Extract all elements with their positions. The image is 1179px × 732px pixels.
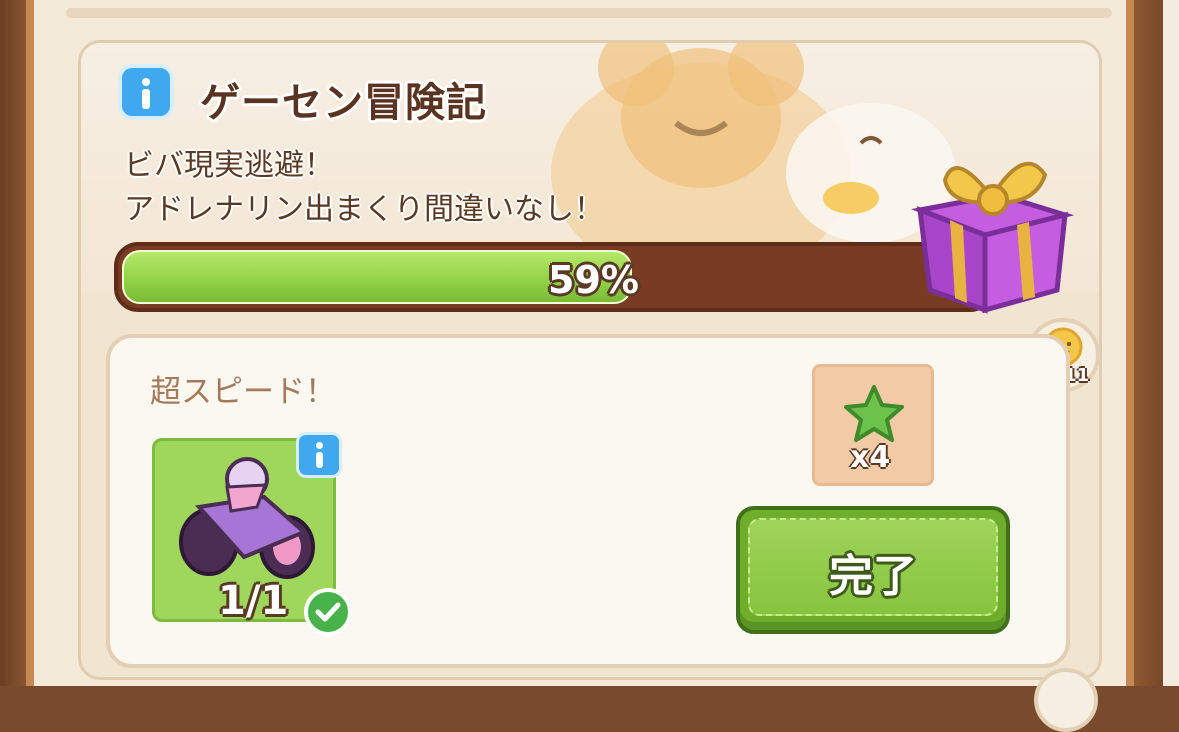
info-icon — [315, 442, 323, 449]
quest-reward-count: x4 — [850, 440, 891, 475]
complete-button[interactable]: 完了 — [736, 506, 1010, 634]
event-description-line2: アドレナリン出まくり間違いなし！ — [124, 192, 604, 227]
event-description-line1: ビバ現実逃避！ — [124, 148, 334, 183]
green-star-icon — [844, 385, 904, 442]
event-title: ゲーセン冒険記 — [200, 80, 487, 126]
info-icon — [142, 78, 150, 86]
top-divider — [66, 8, 1112, 18]
required-item-progress: 1/1 — [218, 578, 289, 624]
event-info-button[interactable] — [118, 64, 174, 120]
item-info-button[interactable] — [296, 432, 342, 478]
checkmark-icon — [304, 588, 352, 636]
next-reward-slot[interactable] — [1034, 668, 1098, 732]
complete-button-label: 完了 — [829, 551, 917, 602]
gift-box-icon[interactable] — [905, 140, 1075, 320]
quest-name: 超スピード！ — [150, 374, 336, 410]
progress-percent: 59% — [548, 258, 639, 302]
